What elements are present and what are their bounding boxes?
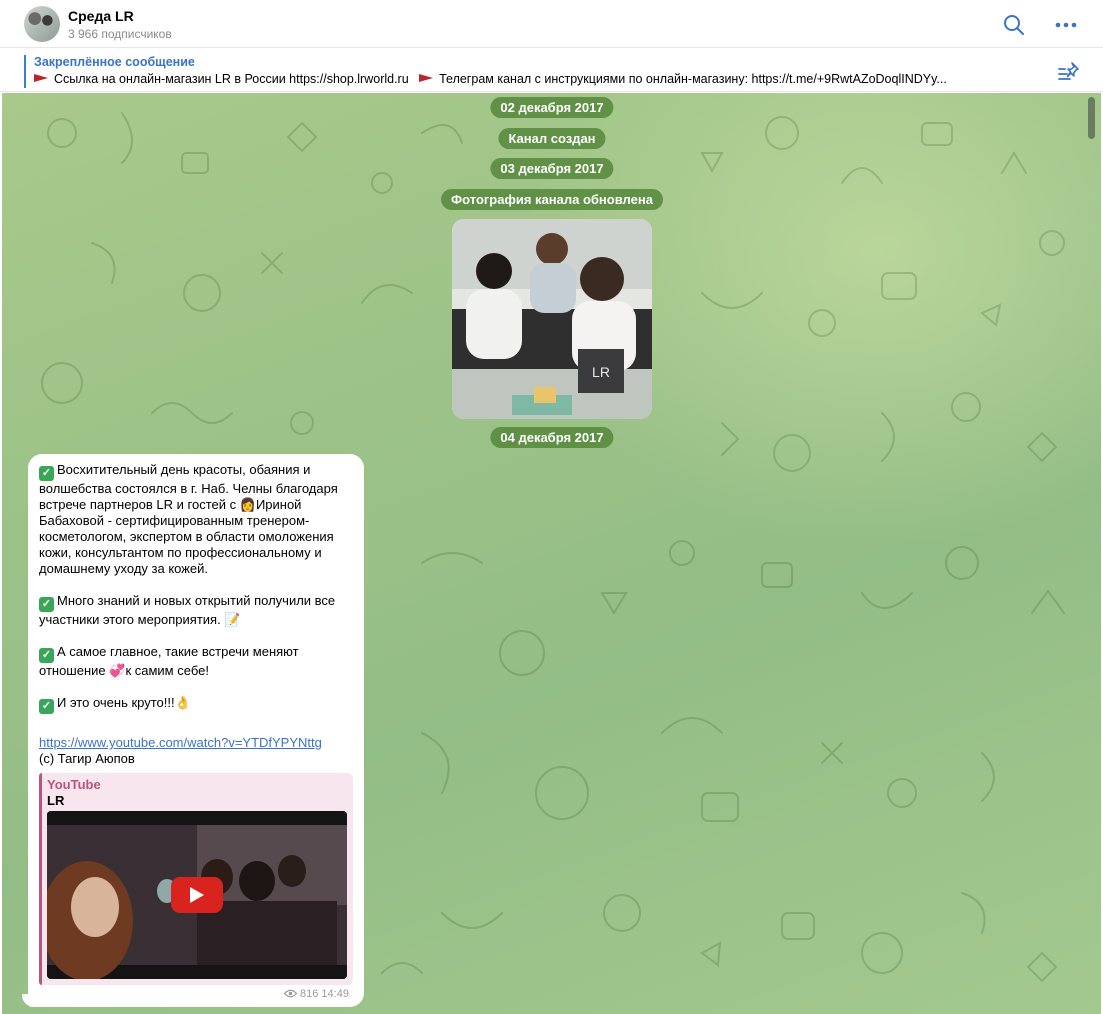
chat-scrollbar[interactable] bbox=[1088, 97, 1095, 139]
channel-photo[interactable]: LR bbox=[452, 219, 652, 419]
link-preview-accent-bar bbox=[39, 773, 42, 985]
link-preview-site: YouTube bbox=[47, 777, 101, 792]
message-time: 14:49 bbox=[321, 988, 349, 1000]
channel-avatar[interactable] bbox=[24, 6, 60, 42]
svg-text:LR: LR bbox=[592, 364, 610, 380]
date-separator: 03 декабря 2017 bbox=[490, 158, 614, 179]
photo-updated-notice: Фотография канала обновлена bbox=[441, 189, 663, 210]
check-mark-icon: ✓ bbox=[39, 597, 54, 612]
more-button[interactable] bbox=[1053, 12, 1079, 38]
message-credit: (с) Тагир Аюпов bbox=[39, 751, 135, 766]
flag-icon bbox=[34, 74, 48, 83]
more-dots-icon bbox=[1055, 22, 1077, 28]
pinned-list-button[interactable] bbox=[1058, 60, 1082, 82]
link-preview-title: LR bbox=[47, 793, 65, 808]
pinned-accent-bar bbox=[24, 55, 26, 88]
view-count: 816 bbox=[300, 988, 319, 1000]
pinned-text[interactable]: Ссылка на онлайн-магазин LR в России htt… bbox=[34, 72, 1044, 86]
views-eye-icon bbox=[284, 989, 297, 998]
message-meta: 816 14:49 bbox=[284, 988, 349, 1000]
search-icon bbox=[1004, 15, 1024, 35]
pin-list-icon bbox=[1058, 62, 1079, 80]
date-separator: 04 декабря 2017 bbox=[490, 427, 614, 448]
check-mark-icon: ✓ bbox=[39, 648, 54, 663]
flag-icon bbox=[419, 74, 434, 83]
search-button[interactable] bbox=[1001, 12, 1027, 38]
channel-title[interactable]: Среда LR bbox=[68, 8, 134, 24]
pinned-text-part2: Телеграм канал с инструкциями по онлайн-… bbox=[439, 72, 947, 86]
check-mark-icon: ✓ bbox=[39, 466, 54, 481]
channel-created-notice: Канал создан bbox=[498, 128, 606, 149]
heart-emoji-icon: 💞 bbox=[109, 663, 126, 678]
date-separator: 02 декабря 2017 bbox=[490, 97, 614, 118]
youtube-link[interactable]: https://www.youtube.com/watch?v=YTDfYPYN… bbox=[39, 735, 322, 750]
memo-emoji-icon: 📝 bbox=[224, 612, 241, 627]
message-paragraph: И это очень круто!!! bbox=[57, 695, 175, 710]
message-paragraph: к самим себе! bbox=[125, 663, 209, 678]
ok-hand-emoji-icon: 👌 bbox=[174, 695, 191, 710]
check-mark-icon: ✓ bbox=[39, 699, 54, 714]
channel-photo-image: LR bbox=[452, 219, 652, 419]
play-button[interactable] bbox=[171, 877, 223, 913]
message-paragraph: Много знаний и новых открытий получили в… bbox=[39, 593, 336, 627]
chat-header: Среда LR 3 966 подписчиков bbox=[0, 0, 1103, 48]
subscriber-count: 3 966 подписчиков bbox=[68, 27, 172, 41]
pinned-title: Закреплённое сообщение bbox=[34, 55, 195, 69]
pinned-text-part1: Ссылка на онлайн-магазин LR в России htt… bbox=[54, 72, 409, 86]
message-text: ✓ Восхитительный день красоты, обаяния и … bbox=[39, 462, 357, 714]
woman-emoji-icon: 👩 bbox=[239, 497, 256, 512]
play-icon bbox=[190, 887, 204, 903]
